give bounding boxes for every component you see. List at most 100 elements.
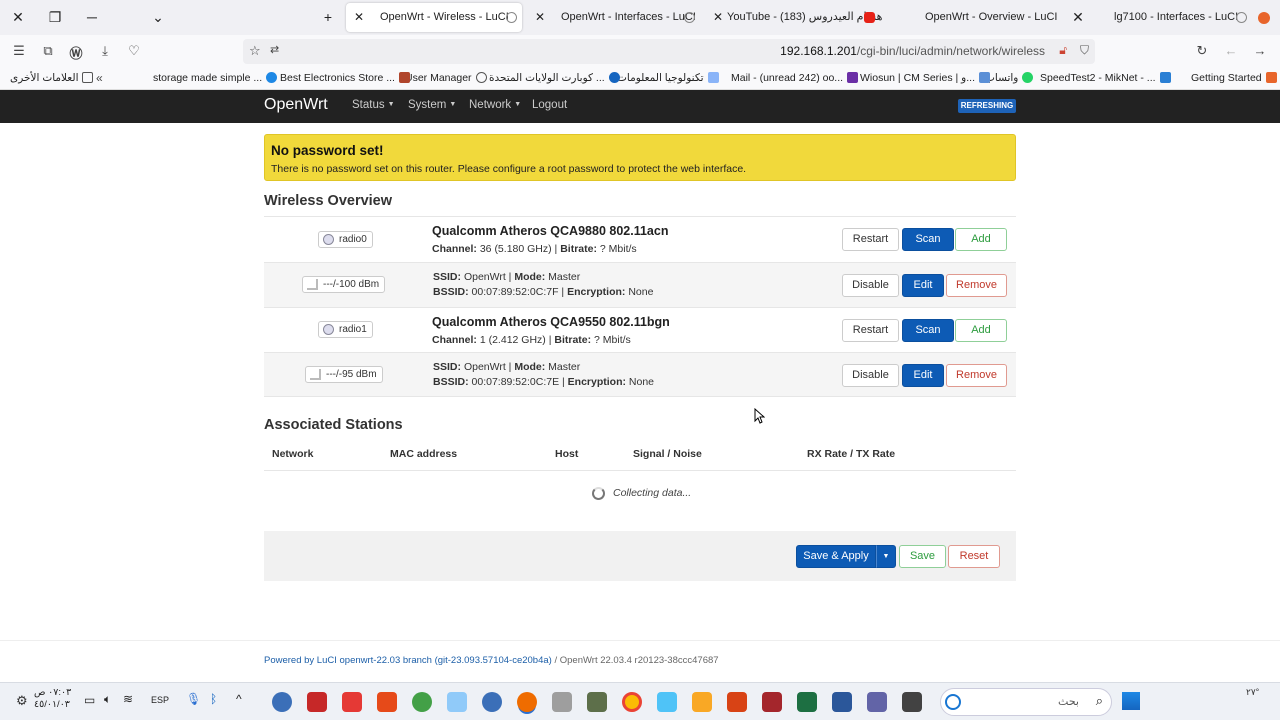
calculator-icon[interactable] xyxy=(552,692,572,712)
add-button[interactable]: Add xyxy=(955,228,1007,251)
app-icon[interactable] xyxy=(272,692,292,712)
powerpoint-icon[interactable] xyxy=(727,692,747,712)
restart-button[interactable]: Restart xyxy=(842,319,899,342)
bookmark-item[interactable]: Getting Started xyxy=(1191,72,1277,84)
translate-icon[interactable]: ⇄ xyxy=(270,43,279,56)
column-header[interactable]: Signal / Noise xyxy=(633,448,702,460)
edit-button[interactable]: Edit xyxy=(902,364,944,387)
bookmark-item[interactable]: Mail - (unread 242) oo... xyxy=(731,72,859,84)
remove-button[interactable]: Remove xyxy=(946,364,1007,387)
scan-button[interactable]: Scan xyxy=(902,319,954,342)
app-icon[interactable] xyxy=(657,692,677,712)
tab-interfaces[interactable]: ✕ OpenWrt - Interfaces - LuCI xyxy=(527,3,703,32)
luci-link[interactable]: Powered by LuCI openwrt-22.03 branch (gi… xyxy=(264,655,552,666)
app-icon[interactable] xyxy=(342,692,362,712)
whatsapp-taskbar-icon[interactable] xyxy=(412,692,432,712)
column-header[interactable]: Network xyxy=(272,448,313,460)
bookmark-item[interactable]: User Manager xyxy=(405,72,487,84)
tab-close-icon[interactable]: ✕ xyxy=(354,3,364,32)
app-icon[interactable] xyxy=(902,692,922,712)
scan-button[interactable]: Scan xyxy=(902,228,954,251)
refreshing-badge[interactable]: REFRESHING xyxy=(958,99,1016,113)
restore-window-icon[interactable]: ❐ xyxy=(43,7,67,27)
teams-icon[interactable] xyxy=(867,692,887,712)
url-text[interactable]: 192.168.1.201/cgi-bin/luci/admin/network… xyxy=(780,44,1045,58)
insecure-lock-icon[interactable]: 🔓︎ xyxy=(1059,43,1067,58)
bookmark-item[interactable]: كوبارت الولايات المتحدة ... xyxy=(489,72,620,84)
wordpress-icon[interactable]: Ⓦ xyxy=(67,43,85,62)
file-explorer-icon[interactable] xyxy=(692,692,712,712)
menu-status[interactable]: Status ▼ xyxy=(352,99,395,111)
clock[interactable]: ٠٧:٠٣ ص ٤٥/٠١/٠٣ xyxy=(34,687,71,711)
bookmark-star-icon[interactable]: ☆ xyxy=(249,43,261,59)
save-apply-button[interactable]: Save & Apply xyxy=(796,545,876,568)
microphone-icon[interactable]: 🎙︎ xyxy=(186,692,201,706)
app-icon[interactable] xyxy=(482,692,502,712)
bookmark-item[interactable]: واتساب xyxy=(985,72,1034,84)
close-window-icon[interactable]: ✕ xyxy=(6,7,30,27)
downloads-icon[interactable]: ⤓ xyxy=(96,43,114,59)
menu-system[interactable]: System ▼ xyxy=(408,99,456,111)
app-icon[interactable] xyxy=(447,692,467,712)
disable-button[interactable]: Disable xyxy=(842,274,899,297)
tab-wireless[interactable]: ✕ OpenWrt - Wireless - LuCI xyxy=(346,3,522,32)
menu-network[interactable]: Network ▼ xyxy=(469,99,521,111)
language-indicator[interactable]: ESP xyxy=(151,695,169,705)
battery-icon[interactable]: ▭ xyxy=(84,693,95,707)
tab-close-icon[interactable]: ✕ xyxy=(1066,7,1090,27)
tab-youtube[interactable]: ✕ YouTube - هشام العيدروس (183) xyxy=(707,3,883,32)
column-header[interactable]: Host xyxy=(555,448,578,460)
other-bookmarks[interactable]: العلامات الأخرى xyxy=(10,72,94,84)
app-icon[interactable] xyxy=(377,692,397,712)
bookmark-item[interactable]: storage made simple ... xyxy=(153,72,278,84)
excel-icon[interactable] xyxy=(797,692,817,712)
app-icon[interactable] xyxy=(307,692,327,712)
tab-lg7100[interactable]: lg7100 - Interfaces - LuCI xyxy=(1090,3,1256,32)
reset-button[interactable]: Reset xyxy=(948,545,1000,568)
bookmark-item[interactable]: تكنولوجيا المعلومات xyxy=(617,72,719,84)
weather-temp[interactable]: ٢٧° xyxy=(1246,687,1259,698)
tab-close-icon[interactable]: ✕ xyxy=(713,3,723,32)
restart-button[interactable]: Restart xyxy=(842,228,899,251)
save-button[interactable]: Save xyxy=(899,545,946,568)
new-tab-plus-icon[interactable]: + xyxy=(316,7,340,27)
save-apply-dropdown-icon[interactable]: ▼ xyxy=(876,545,896,568)
extensions-icon[interactable]: ⧉ xyxy=(39,43,57,59)
app-icon[interactable] xyxy=(587,692,607,712)
pocket-icon[interactable]: ♡ xyxy=(125,43,143,59)
show-hidden-icons-chevron[interactable]: ^ xyxy=(236,692,242,706)
brand-logo[interactable]: OpenWrt xyxy=(264,96,328,114)
minimize-window-icon[interactable]: ─ xyxy=(80,7,104,27)
forward-icon[interactable]: ← xyxy=(1222,43,1240,58)
windows-start-icon[interactable] xyxy=(1122,692,1140,710)
add-button[interactable]: Add xyxy=(955,319,1007,342)
column-header[interactable]: MAC address xyxy=(390,448,457,460)
firefox-view-icon[interactable] xyxy=(1258,12,1270,24)
column-header[interactable]: RX Rate / TX Rate xyxy=(807,448,895,460)
word-icon[interactable] xyxy=(832,692,852,712)
disable-button[interactable]: Disable xyxy=(842,364,899,387)
shield-icon[interactable]: ⛉ xyxy=(1080,43,1089,58)
access-icon[interactable] xyxy=(762,692,782,712)
url-bar[interactable]: ☆ ⇄ 192.168.1.201/cgi-bin/luci/admin/net… xyxy=(243,39,1095,64)
edit-button[interactable]: Edit xyxy=(902,274,944,297)
volume-icon[interactable]: 🔈︎ xyxy=(104,692,111,707)
back-icon[interactable]: → xyxy=(1251,43,1269,58)
bookmark-item[interactable]: SpeedTest2 - MikNet - ... xyxy=(1040,72,1171,84)
remove-button[interactable]: Remove xyxy=(946,274,1007,297)
tab-close-icon[interactable]: ✕ xyxy=(535,3,545,32)
wifi-icon[interactable]: ≋ xyxy=(123,692,133,706)
taskbar-search[interactable]: بحث ⌕ xyxy=(940,688,1112,716)
menu-logout[interactable]: Logout xyxy=(532,99,567,111)
chevron-more-icon[interactable]: « xyxy=(96,71,103,85)
bluetooth-icon[interactable]: ᛒ xyxy=(210,692,217,706)
tab-list-chevron-icon[interactable]: ⌄ xyxy=(146,7,170,27)
chrome-icon[interactable] xyxy=(622,692,642,712)
tab-overview[interactable]: OpenWrt - Overview - LuCI xyxy=(887,3,1063,32)
bookmark-item[interactable]: Wiosun | CM Series | و... xyxy=(860,72,990,84)
bookmark-item[interactable]: Best Electronics Store ... xyxy=(280,72,410,84)
firefox-taskbar-icon[interactable] xyxy=(517,692,537,712)
settings-gear-icon[interactable]: ⚙ xyxy=(16,693,28,709)
menu-hamburger-icon[interactable]: ☰ xyxy=(10,43,28,59)
reload-icon[interactable]: ↻ xyxy=(1193,43,1211,59)
